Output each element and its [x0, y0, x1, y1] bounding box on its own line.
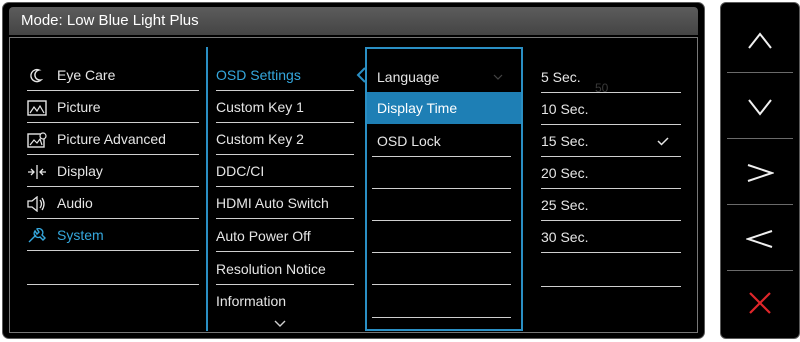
- menu-item-empty: [372, 189, 511, 221]
- option-10-sec[interactable]: 10 Sec.: [541, 93, 681, 125]
- mode-bar: Mode: Low Blue Light Plus: [9, 7, 698, 35]
- option-label: 5 Sec.: [541, 69, 581, 85]
- right-button[interactable]: [727, 141, 793, 205]
- menu-item-label: Display: [57, 163, 103, 179]
- menu-item-picture[interactable]: Picture: [27, 91, 199, 123]
- menu-item-empty: [372, 157, 511, 189]
- menu-item-empty: [372, 286, 511, 318]
- chevron-down-icon: [493, 74, 503, 80]
- osd-menu: Mode: Low Blue Light Plus Eye Care Pictu…: [2, 2, 705, 339]
- menu-item-osd-settings[interactable]: OSD Settings: [216, 59, 354, 91]
- menu-item-label: Eye Care: [57, 67, 116, 83]
- up-button[interactable]: [727, 9, 793, 73]
- menu-item-label: Audio: [57, 195, 93, 211]
- mode-label: Mode:: [21, 12, 63, 29]
- option-label: 15 Sec.: [541, 133, 589, 149]
- chevron-right-icon: [747, 163, 774, 182]
- picture-advanced-icon: [27, 132, 49, 148]
- menu-item-language[interactable]: Language: [372, 61, 511, 93]
- picture-icon: [27, 100, 49, 116]
- hotkey-panel: [720, 2, 800, 339]
- menu-item-display-time[interactable]: Display Time: [367, 92, 521, 124]
- option-label: 20 Sec.: [541, 165, 589, 181]
- option-25-sec[interactable]: 25 Sec.: [541, 189, 681, 221]
- scroll-down-icon[interactable]: [274, 320, 286, 328]
- menu-item-audio[interactable]: Audio: [27, 187, 199, 219]
- checkmark-icon: [657, 137, 669, 146]
- close-icon: [749, 292, 771, 314]
- menu-item-empty: [372, 253, 511, 285]
- menu-item-information[interactable]: Information: [216, 285, 354, 317]
- option-20-sec[interactable]: 20 Sec.: [541, 157, 681, 189]
- mode-value: Low Blue Light Plus: [66, 12, 199, 29]
- down-button[interactable]: [727, 75, 793, 139]
- left-button[interactable]: [727, 207, 793, 271]
- menu-item-ddc-ci[interactable]: DDC/CI: [216, 155, 354, 187]
- menu-item-label: Display Time: [377, 100, 458, 116]
- option-15-sec[interactable]: 15 Sec.: [541, 125, 681, 157]
- column-divider: [206, 47, 208, 331]
- chevron-down-icon: [748, 98, 772, 116]
- audio-icon: [27, 196, 49, 213]
- menu-item-display[interactable]: Display: [27, 155, 199, 187]
- display-icon: [27, 164, 49, 180]
- menu-item-label: Language: [377, 69, 440, 85]
- menu-item-osd-lock[interactable]: OSD Lock: [372, 125, 511, 157]
- menu-item-label: Picture: [57, 99, 101, 115]
- option-label: 30 Sec.: [541, 229, 589, 245]
- option-5-sec[interactable]: 5 Sec.: [541, 61, 681, 93]
- menu-item-label: Picture Advanced: [57, 131, 166, 147]
- chevron-up-icon: [748, 31, 772, 49]
- system-icon: [27, 228, 49, 244]
- menu-item-custom-key-2[interactable]: Custom Key 2: [216, 123, 354, 155]
- menu-item-picture-advanced[interactable]: Picture Advanced: [27, 123, 199, 155]
- menu-item-label: OSD Lock: [377, 133, 441, 149]
- menu-item-hdmi-auto-switch[interactable]: HDMI Auto Switch: [216, 187, 354, 219]
- menu-item-custom-key-1[interactable]: Custom Key 1: [216, 91, 354, 123]
- submenu-pointer-icon: [356, 67, 366, 83]
- menu-item-system[interactable]: System: [27, 219, 199, 251]
- menu-item-empty: [27, 253, 199, 285]
- menu-item-eye-care[interactable]: Eye Care: [27, 59, 199, 91]
- option-empty: [541, 255, 681, 287]
- option-label: 10 Sec.: [541, 101, 589, 117]
- menu-item-auto-power-off[interactable]: Auto Power Off: [216, 220, 354, 252]
- menu-item-empty: [372, 221, 511, 253]
- menu-item-resolution-notice[interactable]: Resolution Notice: [216, 253, 354, 285]
- menu-item-label: System: [57, 227, 104, 243]
- eye-care-icon: [27, 68, 49, 84]
- option-label: 25 Sec.: [541, 197, 589, 213]
- exit-button[interactable]: [727, 271, 793, 335]
- option-30-sec[interactable]: 30 Sec.: [541, 221, 681, 253]
- chevron-left-icon: [746, 229, 773, 248]
